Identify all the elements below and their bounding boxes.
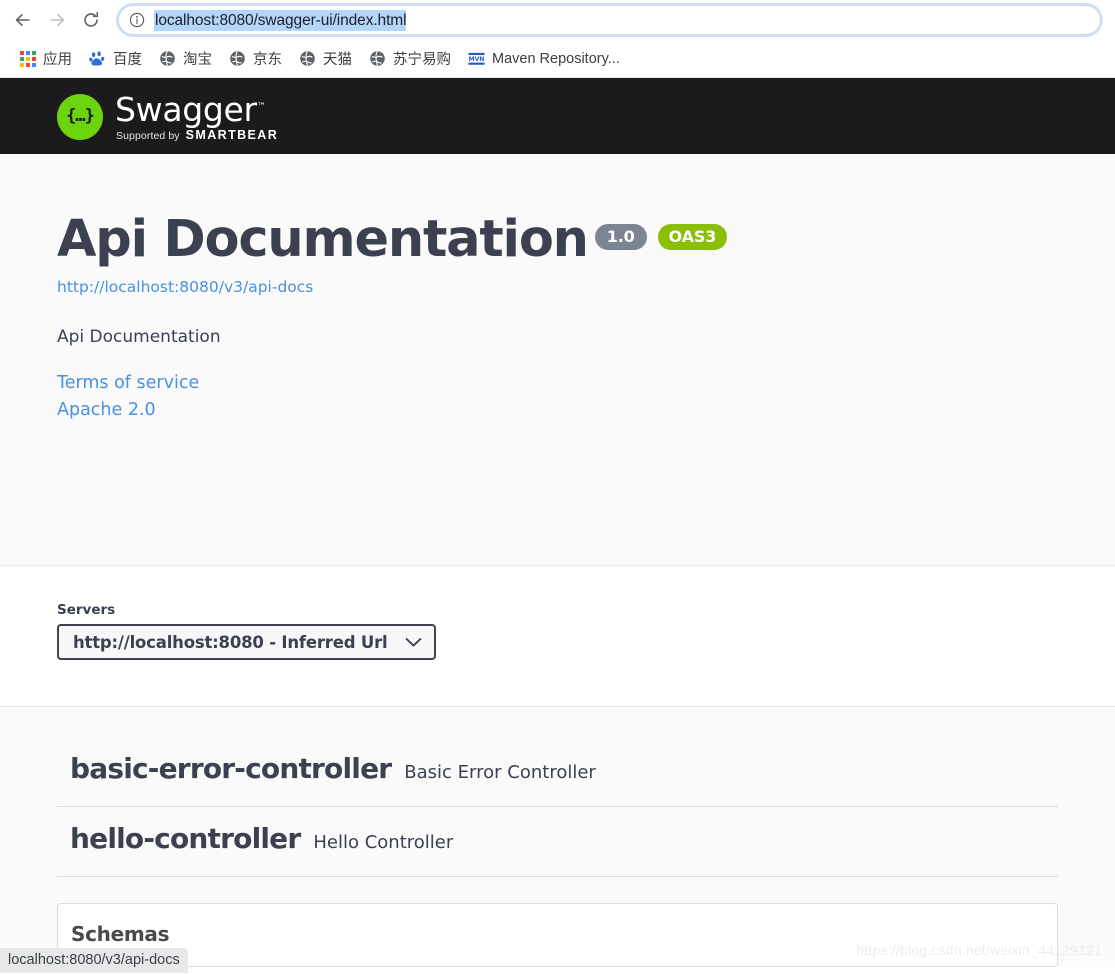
swagger-wordmark-text: Swagger <box>115 89 257 129</box>
bookmark-label: 百度 <box>113 52 142 68</box>
tag-section-basic-error-controller[interactable]: basic-error-controller Basic Error Contr… <box>57 737 1058 807</box>
api-description: Api Documentation <box>57 327 221 347</box>
bookmark-label: Maven Repository... <box>492 50 620 67</box>
maven-logo-icon: MVN <box>468 52 485 65</box>
mvn-icon: MVN <box>468 50 485 67</box>
tags-area: basic-error-controller Basic Error Contr… <box>0 707 1115 967</box>
tag-description: Hello Controller <box>313 832 454 853</box>
supported-by-label: Supported by <box>116 129 180 142</box>
bookmark-label: 京东 <box>253 52 282 68</box>
url-text[interactable]: localhost:8080/swagger-ui/index.html <box>154 9 407 31</box>
api-docs-link[interactable]: http://localhost:8080/v3/api-docs <box>57 278 1058 296</box>
paw-icon <box>89 51 105 66</box>
page-title: Api Documentation <box>57 210 589 269</box>
version-badge: 1.0 <box>594 224 647 250</box>
info-circle-icon <box>129 12 145 28</box>
bookmark-label: 应用 <box>43 52 72 68</box>
svg-text:MVN: MVN <box>469 55 485 62</box>
servers-band: Servers http://localhost:8080 - Inferred… <box>0 565 1115 707</box>
bookmark-label: 苏宁易购 <box>393 52 451 68</box>
site-info-icon[interactable] <box>128 11 146 29</box>
bookmark-baidu[interactable]: 百度 <box>82 46 149 72</box>
globe-icon <box>369 50 386 67</box>
back-button[interactable] <box>8 5 38 35</box>
bookmark-suning[interactable]: 苏宁易购 <box>362 46 458 72</box>
watermark: https://blog.csdn.net/weixin_44129121 <box>856 942 1102 958</box>
api-title-row: Api Documentation 1.0 OAS3 <box>57 211 1058 269</box>
trademark-symbol: ™ <box>256 101 266 112</box>
forward-button[interactable] <box>42 5 72 35</box>
bookmarks-bar: 应用 百度 淘宝 京东 天猫 苏宁易购 MVN Maven Repository… <box>0 40 1115 78</box>
swagger-logo[interactable]: {…} Swagger™ Supported by SMARTBEAR <box>57 91 278 142</box>
server-select[interactable]: http://localhost:8080 - Inferred Url <box>57 624 437 660</box>
bookmark-tmall[interactable]: 天猫 <box>292 46 359 72</box>
reload-button[interactable] <box>76 5 106 35</box>
schemas-title: Schemas <box>71 922 170 946</box>
browser-chrome: localhost:8080/swagger-ui/index.html 应用 <box>0 0 1115 78</box>
apps-grid-icon <box>19 50 36 67</box>
license-link[interactable]: Apache 2.0 <box>57 400 1058 420</box>
globe-icon <box>229 50 246 67</box>
status-bar-link-preview: localhost:8080/v3/api-docs <box>0 948 188 973</box>
bookmark-taobao[interactable]: 淘宝 <box>152 46 219 72</box>
server-select-value: http://localhost:8080 - Inferred Url <box>73 632 388 652</box>
globe-icon <box>299 50 316 67</box>
back-arrow-icon <box>15 14 30 26</box>
oas-version-badge: OAS3 <box>657 224 728 250</box>
tag-name: hello-controller <box>70 822 301 855</box>
braces-glyph: {…} <box>66 105 95 126</box>
supported-by-line: Supported by SMARTBEAR <box>116 128 278 142</box>
bookmark-maven-repository[interactable]: MVN Maven Repository... <box>461 46 627 72</box>
chevron-down-icon <box>405 637 422 648</box>
swagger-wordmark: Swagger™ <box>115 91 278 126</box>
tag-description: Basic Error Controller <box>404 762 596 783</box>
servers-label: Servers <box>57 602 116 618</box>
terms-of-service-link[interactable]: Terms of service <box>57 373 1058 393</box>
bookmark-apps[interactable]: 应用 <box>12 46 79 72</box>
browser-toolbar: localhost:8080/swagger-ui/index.html <box>0 0 1115 40</box>
reload-icon <box>84 11 99 27</box>
swagger-mark-icon: {…} <box>57 93 103 140</box>
smartbear-brand: SMARTBEAR <box>185 127 279 142</box>
baidu-paw-icon <box>89 50 106 67</box>
globe-icon <box>159 50 176 67</box>
forward-arrow-icon <box>50 14 65 26</box>
bookmark-label: 淘宝 <box>183 52 212 68</box>
bookmark-label: 天猫 <box>323 52 352 68</box>
bookmark-jd[interactable]: 京东 <box>222 46 289 72</box>
swagger-ui-page: {…} Swagger™ Supported by SMARTBEAR Api … <box>0 78 1115 973</box>
swagger-topbar: {…} Swagger™ Supported by SMARTBEAR <box>0 78 1115 154</box>
tag-section-hello-controller[interactable]: hello-controller Hello Controller <box>57 807 1058 877</box>
api-info-band: Api Documentation 1.0 OAS3 http://localh… <box>0 154 1115 565</box>
address-bar[interactable]: localhost:8080/swagger-ui/index.html <box>118 5 1101 35</box>
tag-name: basic-error-controller <box>70 752 392 785</box>
